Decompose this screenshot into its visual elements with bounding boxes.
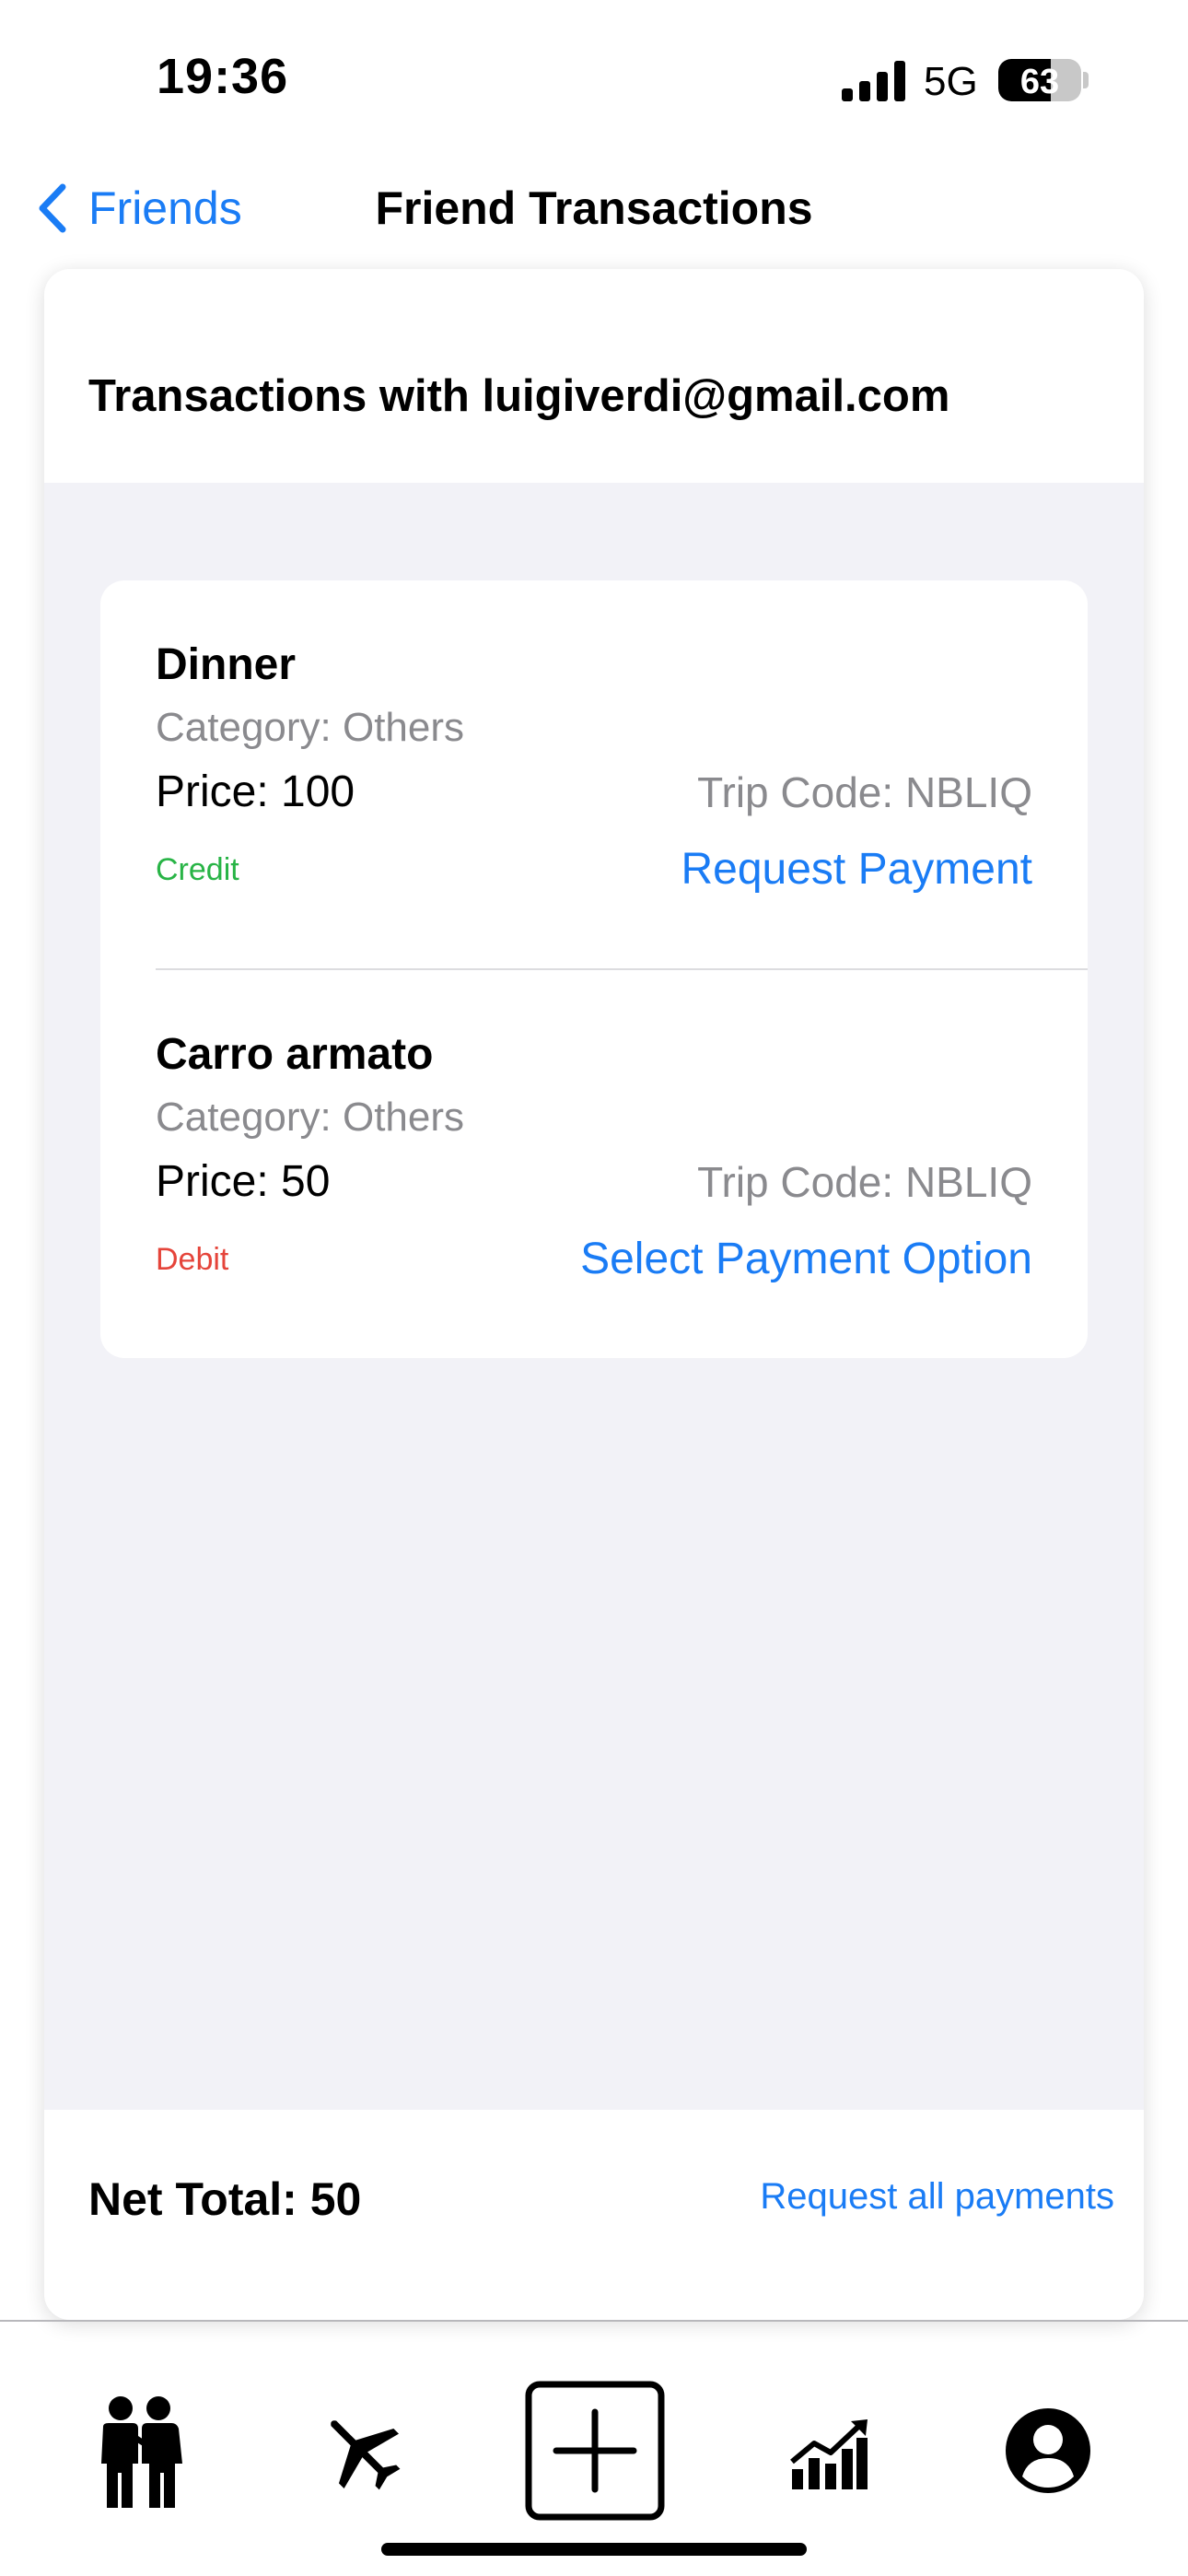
chevron-left-icon — [39, 183, 66, 233]
friends-icon — [101, 2396, 182, 2508]
request-all-payments-button[interactable]: Request all payments — [760, 2176, 1114, 2218]
back-button-label: Friends — [88, 182, 242, 234]
profile-icon — [1006, 2408, 1090, 2493]
select-payment-option-button[interactable]: Select Payment Option — [580, 1234, 1032, 1285]
transaction-title: Dinner — [156, 640, 297, 689]
transaction-item: Carro armato Category: Others Price: 50 … — [156, 1029, 1032, 1285]
add-icon — [525, 2381, 665, 2521]
tab-profile[interactable] — [1006, 2408, 1090, 2493]
transactions-card: Dinner Category: Others Price: 100 Trip … — [100, 580, 1088, 1358]
tab-bar-divider — [0, 2320, 1188, 2322]
battery-nub — [1083, 72, 1089, 88]
tab-friends[interactable] — [96, 2395, 184, 2510]
battery-percent: 63 — [1019, 63, 1060, 101]
transaction-type-credit: Credit — [156, 852, 239, 887]
stats-chart-icon — [790, 2419, 868, 2489]
status-time: 19:36 — [157, 49, 289, 104]
transaction-title: Carro armato — [156, 1030, 434, 1079]
tab-stats[interactable] — [790, 2418, 869, 2491]
transaction-item: Dinner Category: Others Price: 100 Trip … — [156, 639, 1032, 896]
transaction-trip-code: Trip Code: NBLIQ — [697, 1158, 1032, 1206]
transaction-category: Category: Others — [156, 1095, 465, 1140]
transaction-price: Price: 50 — [156, 1157, 331, 1206]
signal-icon — [842, 61, 906, 101]
transaction-divider — [156, 968, 1088, 970]
transaction-type-debit: Debit — [156, 1242, 229, 1277]
transaction-category: Category: Others — [156, 705, 465, 750]
tab-add[interactable] — [525, 2381, 665, 2521]
home-indicator — [381, 2543, 807, 2556]
network-label: 5G — [924, 59, 978, 104]
tab-trips[interactable] — [317, 2406, 405, 2495]
transaction-price: Price: 100 — [156, 767, 355, 816]
net-total: Net Total: 50 — [88, 2173, 362, 2225]
back-button[interactable]: Friends — [35, 181, 242, 236]
sheet-header: Transactions with luigiverdi@gmail.com — [44, 269, 1144, 483]
request-payment-button[interactable]: Request Payment — [681, 844, 1032, 896]
transaction-trip-code: Trip Code: NBLIQ — [697, 768, 1032, 816]
transactions-heading: Transactions with luigiverdi@gmail.com — [88, 371, 950, 421]
plane-icon — [331, 2420, 401, 2490]
battery-icon: 63 — [998, 59, 1081, 101]
sheet-footer: Net Total: 50 Request all payments — [44, 2110, 1144, 2320]
